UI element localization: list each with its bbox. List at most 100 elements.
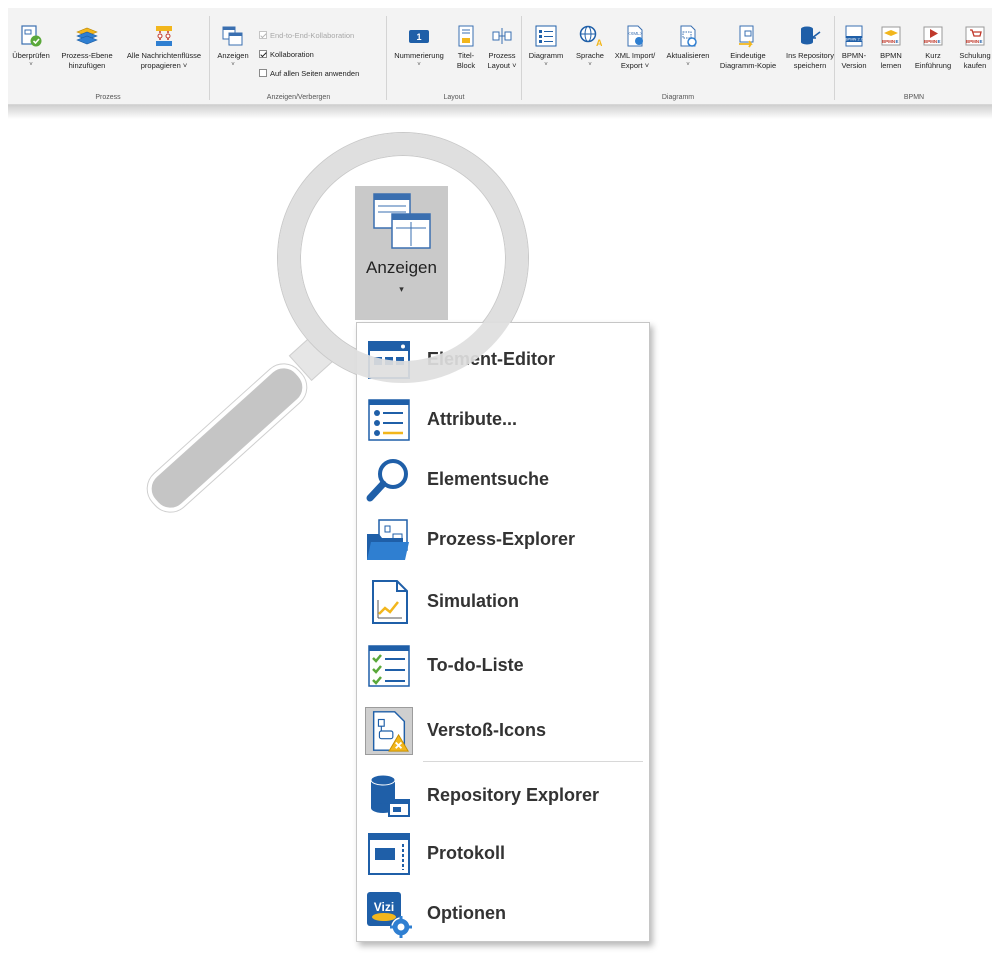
end-to-end-kollaboration-checkbox[interactable]: End-to-End-Kollaboration xyxy=(259,31,354,41)
schulung-kaufen-button[interactable]: BPMN E Schulung kaufen xyxy=(958,24,992,71)
titel-block-button[interactable]: Titel- Block xyxy=(454,24,478,71)
eindeutige-label-1: Eindeutige xyxy=(730,51,766,60)
bpmne-badge: BPMN xyxy=(882,39,895,44)
group-bpmn: BPMN 2.0 BPMN- Version BPMN E BPMN lerne… xyxy=(836,8,992,105)
kurz-label-2: Einführung xyxy=(914,61,952,70)
menu-item-label: Optionen xyxy=(427,903,506,923)
bpmn-version-label-1: BPMN- xyxy=(841,51,867,60)
bpmne-badge: BPMN xyxy=(924,39,937,44)
ins-repository-speichern-button[interactable]: Ins Repository speichern xyxy=(781,24,839,71)
dropdown-caret-icon: ˅ xyxy=(644,61,650,70)
menu-item-todo-liste[interactable]: To-do-Liste xyxy=(359,635,649,695)
kollaboration-label: Kollaboration xyxy=(270,50,314,59)
title-block-icon xyxy=(458,25,474,47)
prozess-ebene-hinzufuegen-button[interactable]: Prozess-Ebene hinzufügen xyxy=(58,24,116,71)
process-layout-icon xyxy=(492,28,512,44)
checkbox-box xyxy=(259,31,267,39)
nummerierung-button[interactable]: 1 Nummerierung ˅ xyxy=(388,24,450,69)
e-badge: E xyxy=(937,39,940,44)
kurz-einfuehrung-button[interactable]: BPMN E Kurz Einführung xyxy=(910,24,956,71)
group-label-anzeigen-verbergen: Anzeigen/Verbergen xyxy=(266,94,331,101)
menu-item-protokoll[interactable]: Protokoll xyxy=(359,823,649,883)
kollaboration-checkbox[interactable]: Kollaboration xyxy=(259,50,314,60)
zoomed-anzeigen-button[interactable]: Anzeigen ▾ xyxy=(355,186,448,320)
group-anzeigen-verbergen: Anzeigen ˅ End-to-End-Kollaboration Koll… xyxy=(211,8,386,105)
repository-save-icon xyxy=(801,26,821,45)
menu-item-repository-explorer[interactable]: Repository Explorer xyxy=(359,765,649,825)
prozess-layout-button[interactable]: Prozess Layout ˅ xyxy=(484,24,520,71)
anzeigen-button[interactable]: Anzeigen ˅ xyxy=(211,24,255,69)
menu-item-label: To-do-Liste xyxy=(427,655,524,675)
group-label-bpmn: BPMN xyxy=(903,94,925,101)
vizi-options-icon: Vizi xyxy=(367,892,412,938)
xml-label-2: Export xyxy=(620,61,643,70)
bpmne-badge: BPMN xyxy=(966,39,979,44)
anzeigen-label: Anzeigen xyxy=(217,51,249,60)
menu-item-elementsuche[interactable]: Elementsuche xyxy=(359,449,649,509)
menu-item-attribute[interactable]: Attribute... xyxy=(359,389,649,449)
dropdown-caret-icon: ˅ xyxy=(417,62,421,68)
dropdown-caret-icon: ˅ xyxy=(182,61,188,70)
dropdown-caret-icon: ˅ xyxy=(544,62,548,68)
prozess-ebene-label-1: Prozess-Ebene xyxy=(61,51,113,60)
prozess-ebene-label-2: hinzufügen xyxy=(68,61,106,70)
titel-block-label-1: Titel- xyxy=(457,51,475,60)
menu-item-label: Repository Explorer xyxy=(427,785,600,805)
refresh-document-icon xyxy=(680,25,697,47)
dropdown-caret-icon: ˅ xyxy=(29,62,33,68)
bpmn-version-label-2: Version xyxy=(841,61,867,70)
vizi-logo-text: Vizi xyxy=(374,900,394,914)
bpmn-lernen-label-2: lernen xyxy=(880,61,902,70)
show-panels-icon xyxy=(222,26,243,46)
xml-import-export-button[interactable]: <XML> XML Import/ Export ˅ xyxy=(609,24,661,71)
sprache-button[interactable]: A Sprache ˅ xyxy=(573,24,607,69)
sprache-label: Sprache xyxy=(576,51,604,60)
group-separator xyxy=(209,16,210,100)
menu-item-label: Elementsuche xyxy=(427,469,550,489)
eindeutige-diagramm-kopie-button[interactable]: Eindeutige Diagramm-Kopie xyxy=(715,24,781,71)
menu-item-element-editor[interactable]: Element-Editor xyxy=(359,329,649,389)
magnifier-handle xyxy=(139,356,315,520)
eindeutige-label-2: Diagramm-Kopie xyxy=(719,61,777,70)
element-editor-icon xyxy=(368,341,410,379)
aktualisieren-button[interactable]: Aktualisieren ˅ xyxy=(663,24,713,69)
kurz-label-1: Kurz xyxy=(925,51,941,60)
ueberpruefen-label: Überprüfen xyxy=(12,51,50,60)
layers-icon xyxy=(76,27,98,45)
anzeigen-dropdown-menu: Element-Editor Attribute... Elementsuche xyxy=(356,322,650,942)
diagramm-label: Diagramm xyxy=(528,51,564,60)
bpmn-lernen-button[interactable]: BPMN E BPMN lernen xyxy=(874,24,908,71)
xml-label-1: XML Import/ xyxy=(614,51,656,60)
bpmn-version-icon: BPMN 2.0 xyxy=(845,25,864,47)
svg-text:A: A xyxy=(596,38,602,48)
menu-item-prozess-explorer[interactable]: Prozess-Explorer xyxy=(359,509,649,569)
menu-separator xyxy=(423,761,643,762)
nachrichtenfluesse-label-1: Alle Nachrichtenflüsse xyxy=(126,51,202,60)
group-label-prozess: Prozess xyxy=(95,94,121,101)
nachrichtenfluesse-label-2: propagieren xyxy=(140,61,181,70)
prozess-layout-label-1: Prozess xyxy=(488,51,516,60)
repository-label-1: Ins Repository xyxy=(786,51,834,60)
schulung-label-1: Schulung xyxy=(959,51,991,60)
end-to-end-label: End-to-End-Kollaboration xyxy=(270,31,355,40)
xml-badge: <XML> xyxy=(628,31,643,36)
menu-item-label: Simulation xyxy=(427,591,520,611)
diagramm-button[interactable]: Diagramm ˅ xyxy=(523,24,569,69)
nachrichtenfluesse-propagieren-button[interactable]: Alle Nachrichtenflüsse propagieren ˅ xyxy=(118,24,210,71)
process-explorer-folder-icon xyxy=(367,519,409,560)
auf-allen-seiten-anwenden-checkbox[interactable]: Auf allen Seiten anwenden xyxy=(259,69,359,79)
language-globe-icon: A xyxy=(579,25,602,48)
graduation-cap-icon: BPMN E xyxy=(881,26,901,46)
simulation-chart-icon xyxy=(372,580,408,624)
group-diagramm: Diagramm ˅ A Sprache ˅ <XML> XML Import/… xyxy=(523,8,834,105)
menu-item-optionen[interactable]: Vizi Optionen xyxy=(359,883,649,943)
e-badge: E xyxy=(979,39,982,44)
aktualisieren-label: Aktualisieren xyxy=(666,51,710,60)
menu-item-simulation[interactable]: Simulation xyxy=(359,571,649,631)
menu-item-verstoss-icons[interactable]: Verstoß-Icons xyxy=(359,700,649,760)
dropdown-caret-icon: ˅ xyxy=(588,62,592,68)
bpmn-version-button[interactable]: BPMN 2.0 BPMN- Version xyxy=(836,24,872,71)
dropdown-caret-icon: ˅ xyxy=(512,61,517,70)
ueberpruefen-button[interactable]: Überprüfen ˅ xyxy=(8,24,54,69)
xml-file-icon: <XML> xyxy=(627,25,643,47)
